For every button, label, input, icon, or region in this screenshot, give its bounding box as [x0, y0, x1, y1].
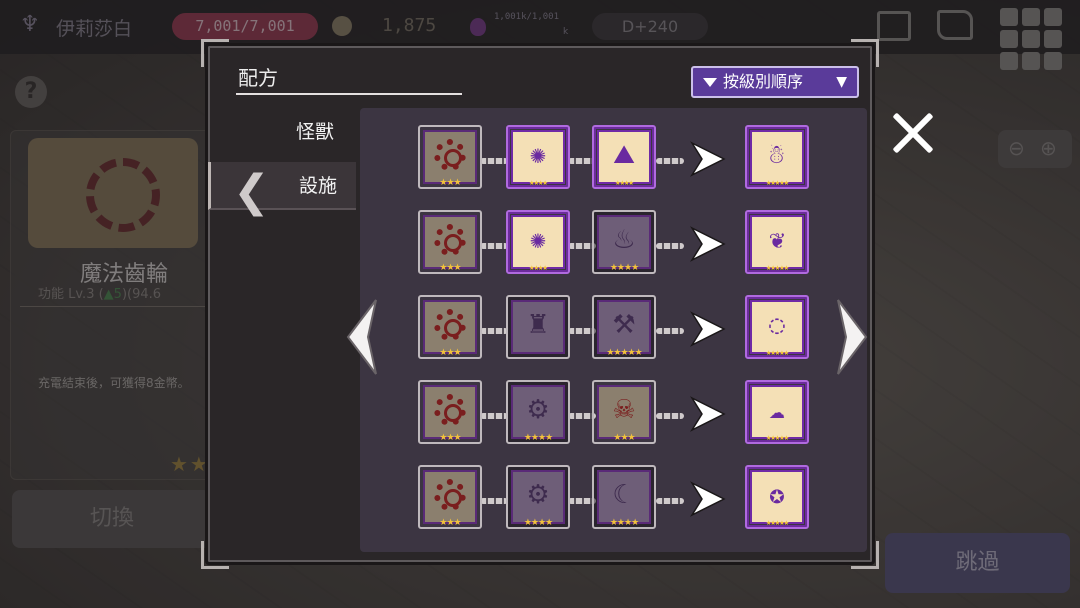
chain-link — [656, 498, 684, 504]
result-slot[interactable]: ☁ ★★★★★ — [745, 380, 809, 444]
star-rating: ★★★★★ — [606, 348, 642, 358]
tab-selected-ornament-icon: ❮ — [233, 166, 270, 217]
star-rating: ★★★★ — [529, 263, 548, 273]
chain-link — [480, 413, 508, 419]
tab-facilities[interactable]: 設施 — [208, 162, 356, 210]
star-rating: ★★★★ — [609, 263, 639, 273]
ingredient-slot[interactable]: ☠ ★★★ — [592, 380, 656, 444]
ingredient-slot[interactable]: ✺ ★★★★ — [506, 125, 570, 189]
star-rating: ★★★★★ — [765, 178, 789, 188]
skull-icon: ☠ — [612, 395, 636, 425]
tab-monsters[interactable]: 怪獸 — [208, 108, 356, 156]
chevron-down-icon: ▼ — [836, 74, 847, 90]
star-rating: ★★★ — [439, 178, 461, 188]
sort-dropdown[interactable]: 按級別順序 ▼ — [691, 66, 859, 98]
star-rating: ★★★ — [439, 348, 461, 358]
star-rating: ★★★★★ — [765, 433, 789, 443]
star-rating: ★★★ — [439, 518, 461, 528]
gear-icon — [434, 309, 466, 341]
chain-link — [480, 158, 508, 164]
recipe-row: ★★★ ⚙ ★★★★ ☠ ★★★ ☁ ★★★★★ — [418, 380, 813, 452]
filter-icon — [703, 78, 717, 87]
result-slot[interactable]: ☃ ★★★★★ — [745, 125, 809, 189]
combine-arrow-icon — [688, 479, 728, 519]
gear-icon — [434, 394, 466, 426]
result-slot[interactable]: ❦ ★★★★★ — [745, 210, 809, 274]
moon-gear-icon: ☾ — [612, 480, 636, 510]
recipe-row: ★★★ ⚙ ★★★★ ☾ ★★★★ ✪ ★★★★★ — [418, 465, 813, 537]
frame-corner — [201, 39, 229, 67]
prev-page-button[interactable] — [344, 298, 378, 376]
ingredient-slot[interactable]: ⚒ ★★★★★ — [592, 295, 656, 359]
sort-label: 按級別順序 — [723, 72, 804, 91]
star-rating: ★★★ — [613, 433, 635, 443]
chain-link — [480, 243, 508, 249]
ingredient-slot[interactable]: ★★★ — [418, 210, 482, 274]
ingredient-slot[interactable]: ⛰ ★★★★ — [592, 125, 656, 189]
result-slot[interactable]: ◌ ★★★★★ — [745, 295, 809, 359]
ingredient-slot[interactable]: ★★★ — [418, 295, 482, 359]
ingredient-slot[interactable]: ✺ ★★★★ — [506, 210, 570, 274]
gear-icon — [434, 224, 466, 256]
combine-arrow-icon — [688, 394, 728, 434]
star-rating: ★★★★ — [615, 178, 634, 188]
star-rating: ★★★★ — [523, 518, 553, 528]
arrow-right-icon — [837, 299, 868, 375]
star-rating: ★★★★ — [523, 433, 553, 443]
gear-icon — [434, 139, 466, 171]
star-rating: ★★★★★ — [765, 263, 789, 273]
frame-corner — [851, 39, 879, 67]
swirl-talisman-icon: ✪ — [769, 480, 785, 510]
ingredient-slot[interactable]: ♨ ★★★★ — [592, 210, 656, 274]
beast-claw-icon: ✺ — [530, 140, 546, 170]
combine-arrow-icon — [688, 139, 728, 179]
ingredient-slot[interactable]: ⚙ ★★★★ — [506, 465, 570, 529]
modal-title: 配方 — [238, 66, 278, 90]
lock-gear-icon: ⚙ — [526, 480, 550, 510]
recipe-row: ★★★ ✺ ★★★★ ♨ ★★★★ ❦ ★★★★★ — [418, 210, 813, 282]
ghost-icon: ☁ — [769, 395, 785, 425]
ingredient-slot[interactable]: ★★★ — [418, 125, 482, 189]
title-underline — [236, 93, 462, 95]
chain-link — [480, 498, 508, 504]
chain-link — [656, 158, 684, 164]
snowman-icon: ☃ — [769, 140, 785, 170]
ingredient-slot[interactable]: ☾ ★★★★ — [592, 465, 656, 529]
chain-ring-icon: ◌ — [769, 310, 785, 340]
combine-arrow-icon — [688, 224, 728, 264]
next-page-button[interactable] — [836, 298, 870, 376]
chain-link — [656, 243, 684, 249]
ingredient-slot[interactable]: ⚙ ★★★★ — [506, 380, 570, 444]
combine-arrow-icon — [688, 309, 728, 349]
chain-link — [656, 413, 684, 419]
hammer-wrench-icon: ⚒ — [612, 310, 636, 340]
lock-gear-icon: ⚙ — [526, 395, 550, 425]
recipe-row: ★★★ ✺ ★★★★ ⛰ ★★★★ ☃ ★★★★★ — [418, 125, 813, 197]
star-rating: ★★★ — [439, 263, 461, 273]
star-rating: ★★★★★ — [765, 348, 789, 358]
frame-corner — [201, 541, 229, 569]
chain-link — [480, 328, 508, 334]
totem-icon: ♜ — [526, 310, 550, 340]
fire-spirit-icon: ❦ — [769, 225, 785, 255]
gear-icon — [434, 479, 466, 511]
ingredient-slot[interactable]: ♜ — [506, 295, 570, 359]
beast-claw-icon: ✺ — [530, 225, 546, 255]
ingredient-slot[interactable]: ★★★ — [418, 380, 482, 444]
cave-mound-icon: ⛰ — [613, 140, 635, 170]
star-rating: ★★★ — [439, 433, 461, 443]
star-rating: ★★★★★ — [765, 518, 789, 528]
star-rating: ★★★★ — [609, 518, 639, 528]
close-button[interactable] — [885, 105, 941, 161]
chain-link — [656, 328, 684, 334]
arrow-left-icon — [346, 299, 377, 375]
star-rating: ★★★★ — [529, 178, 548, 188]
ingredient-slot[interactable]: ★★★ — [418, 465, 482, 529]
recipe-row: ★★★ ♜ ⚒ ★★★★★ ◌ ★★★★★ — [418, 295, 813, 367]
result-slot[interactable]: ✪ ★★★★★ — [745, 465, 809, 529]
campfire-icon: ♨ — [612, 225, 636, 255]
